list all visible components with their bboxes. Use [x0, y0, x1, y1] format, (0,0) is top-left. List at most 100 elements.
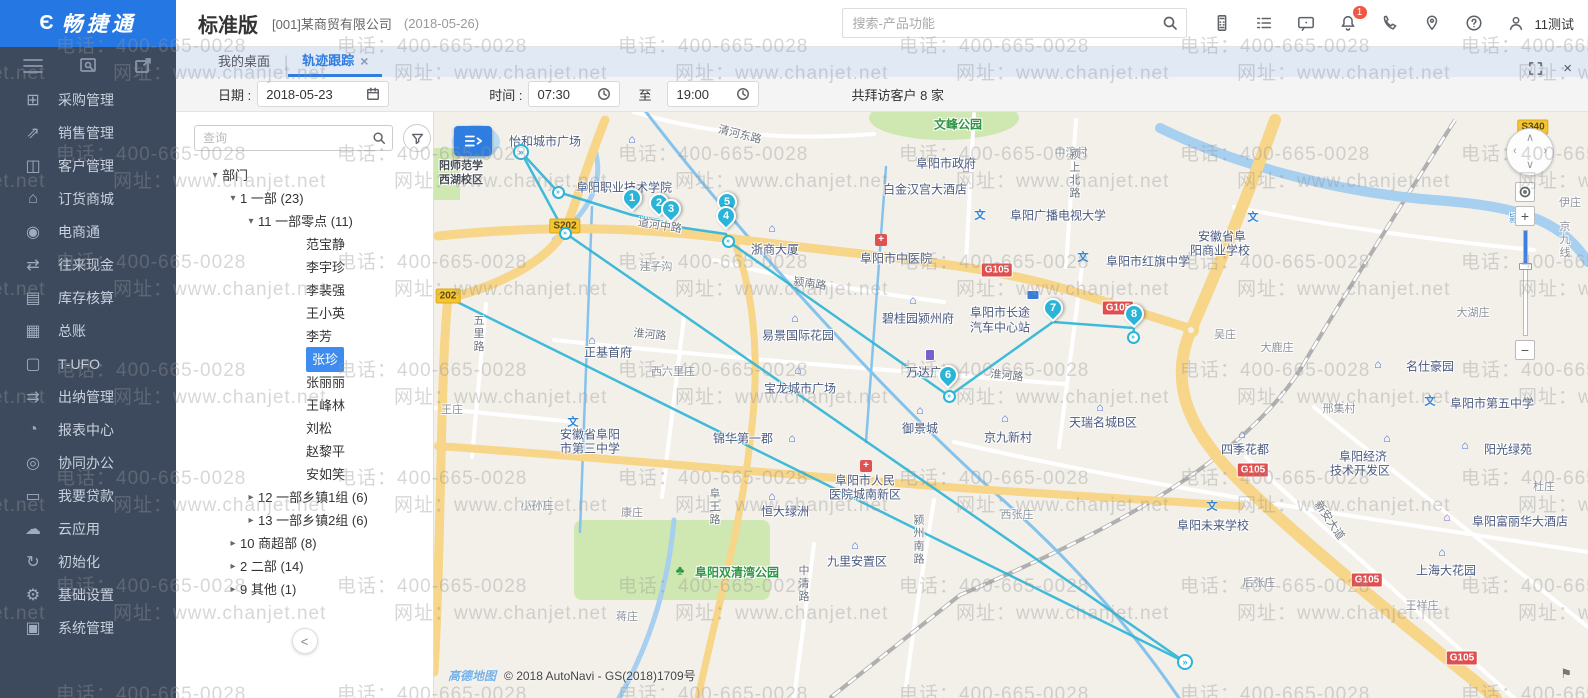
- location-icon[interactable]: [1423, 14, 1441, 32]
- fullscreen-icon[interactable]: [1528, 61, 1543, 76]
- route-endpoint-marker[interactable]: »: [513, 144, 529, 160]
- tree-node-9 其他 (1)[interactable]: ▸ 9 其他 (1): [176, 578, 433, 601]
- tab-我的桌面[interactable]: 我的桌面: [204, 47, 284, 77]
- chevron-down-icon[interactable]: ▾: [208, 164, 222, 187]
- sidebar-item-采购管理[interactable]: ⊞ 采购管理: [0, 83, 176, 116]
- tree-node-李宇珍[interactable]: 李宇珍: [176, 256, 433, 279]
- chevron-right-icon[interactable]: ▸: [244, 509, 258, 532]
- pan-down-icon[interactable]: ∨: [1526, 160, 1534, 171]
- calculator-icon[interactable]: [1213, 14, 1231, 32]
- clock-icon[interactable]: [597, 87, 611, 101]
- sidebar-item-T-UFO[interactable]: ▢ T-UFO: [0, 347, 176, 380]
- collapse-panel-button[interactable]: <: [291, 628, 318, 654]
- sidebar-item-出纳管理[interactable]: ⇉ 出纳管理: [0, 380, 176, 413]
- sidebar-item-我要贷款[interactable]: ▭ 我要贷款: [0, 479, 176, 512]
- zoom-slider-handle[interactable]: [1519, 263, 1532, 270]
- tree-node-10 商超部 (8)[interactable]: ▸ 10 商超部 (8): [176, 532, 433, 555]
- user-icon[interactable]: [1507, 14, 1525, 32]
- tree-node-安如笑[interactable]: 安如笑: [176, 463, 433, 486]
- menu-icon[interactable]: [22, 57, 44, 75]
- chevron-right-icon[interactable]: ▸: [226, 578, 240, 601]
- tree-node-2 二部 (14)[interactable]: ▸ 2 二部 (14): [176, 555, 433, 578]
- tab-close-icon[interactable]: ×: [360, 47, 368, 75]
- tree-search-input[interactable]: [195, 131, 366, 145]
- sidebar-item-库存核算[interactable]: ▤ 库存核算: [0, 281, 176, 314]
- zoom-in-button[interactable]: +: [1515, 206, 1535, 226]
- locate-button[interactable]: [1515, 182, 1535, 202]
- chevron-right-icon[interactable]: ▸: [226, 555, 240, 578]
- date-picker[interactable]: [257, 81, 390, 107]
- phone-icon[interactable]: [1381, 14, 1399, 32]
- trajectory-map[interactable]: 怡和城市广场 清河东路 阳师范学 西湖校区 阜阳职业技术学院 文峰公园 阜阳市政府 中清村 白金…: [434, 112, 1588, 698]
- date-input[interactable]: [266, 86, 359, 102]
- sidebar-item-销售管理[interactable]: ⇗ 销售管理: [0, 116, 176, 149]
- sidebar-item-往来现金[interactable]: ⇄ 往来现金: [0, 248, 176, 281]
- pan-right-icon[interactable]: ›: [1543, 146, 1547, 157]
- search-icon[interactable]: [1154, 15, 1186, 31]
- product-search[interactable]: [841, 8, 1187, 38]
- close-all-icon[interactable]: ×: [1563, 60, 1572, 77]
- tree-node-11 一部零点 (11)[interactable]: ▾ 11 一部零点 (11): [176, 210, 433, 233]
- tree-node-赵黎平[interactable]: 赵黎平: [176, 440, 433, 463]
- route-waypoint-marker[interactable]: »: [558, 226, 572, 240]
- product-search-input[interactable]: [842, 15, 1154, 31]
- route-endpoint-marker[interactable]: »: [1177, 654, 1193, 670]
- tree-node-张珍[interactable]: 张珍: [176, 347, 433, 372]
- map-scale-icon[interactable]: ⚑: [1560, 666, 1572, 682]
- sidebar-item-云应用[interactable]: ☁ 云应用: [0, 512, 176, 545]
- zoom-slider[interactable]: [1519, 230, 1532, 336]
- tree-node-张丽丽[interactable]: 张丽丽: [176, 371, 433, 394]
- company-name[interactable]: [001]某商贸有限公司: [272, 14, 392, 33]
- doc-search-icon[interactable]: [79, 57, 99, 75]
- search-icon[interactable]: [366, 131, 392, 145]
- time-to-input[interactable]: [676, 86, 729, 102]
- tab-轨迹跟踪[interactable]: 轨迹跟踪 ×: [288, 47, 383, 77]
- zoom-out-button[interactable]: −: [1515, 340, 1535, 360]
- bell-icon[interactable]: 1: [1339, 6, 1367, 32]
- tree-node-部门[interactable]: ▾ 部门: [176, 164, 433, 187]
- clock-icon[interactable]: [736, 87, 750, 101]
- chanjet-logo[interactable]: Є 畅捷通: [0, 0, 176, 47]
- chevron-right-icon[interactable]: ▸: [244, 486, 258, 509]
- sidebar-item-客户管理[interactable]: ◫ 客户管理: [0, 149, 176, 182]
- tree-node-王小英[interactable]: 王小英: [176, 302, 433, 325]
- time-from-input[interactable]: [537, 86, 590, 102]
- tree-node-李裴强[interactable]: 李裴强: [176, 279, 433, 302]
- time-to-picker[interactable]: [667, 81, 760, 107]
- message-icon[interactable]: [1297, 14, 1315, 32]
- map-pan-compass[interactable]: ∧ ∨ ‹ ›: [1506, 128, 1554, 176]
- tree-node-1 一部 (23)[interactable]: ▾ 1 一部 (23): [176, 187, 433, 210]
- sidebar-item-订货商城[interactable]: ⌂ 订货商城: [0, 182, 176, 215]
- calendar-icon[interactable]: [366, 87, 380, 101]
- tree-node-12 一部乡镇1组 (6)[interactable]: ▸ 12 一部乡镇1组 (6): [176, 486, 433, 509]
- tree-search[interactable]: [194, 125, 393, 151]
- external-window-icon[interactable]: [134, 57, 154, 75]
- chevron-down-icon[interactable]: ▾: [244, 210, 258, 233]
- tree-node-刘松[interactable]: 刘松: [176, 417, 433, 440]
- current-user[interactable]: 11测试: [1535, 14, 1575, 33]
- pan-up-icon[interactable]: ∧: [1526, 133, 1534, 144]
- route-waypoint-marker[interactable]: »: [551, 185, 565, 199]
- panel-toggle-button[interactable]: [454, 126, 492, 156]
- sidebar-item-基础设置[interactable]: ⚙ 基础设置: [0, 578, 176, 611]
- route-waypoint-marker[interactable]: »: [942, 389, 956, 403]
- route-waypoint-marker[interactable]: »: [721, 234, 735, 248]
- chevron-down-icon[interactable]: ▾: [226, 187, 240, 210]
- sidebar-item-电商通[interactable]: ◉ 电商通: [0, 215, 176, 248]
- chevron-right-icon[interactable]: ▸: [226, 532, 240, 555]
- sidebar-item-报表中心[interactable]: ◔ 报表中心: [0, 413, 176, 446]
- sidebar-item-协同办公[interactable]: ◎ 协同办公: [0, 446, 176, 479]
- time-from-picker[interactable]: [528, 81, 621, 107]
- sidebar-item-总账[interactable]: ▦ 总账: [0, 314, 176, 347]
- route-waypoint-marker[interactable]: »: [1126, 330, 1140, 344]
- tree-node-李芳[interactable]: 李芳: [176, 325, 433, 348]
- sidebar-item-初始化[interactable]: ↻ 初始化: [0, 545, 176, 578]
- tree-node-13 一部乡镇2组 (6)[interactable]: ▸ 13 一部乡镇2组 (6): [176, 509, 433, 532]
- tree-node-王峰林[interactable]: 王峰林: [176, 394, 433, 417]
- filter-funnel-button[interactable]: [403, 124, 431, 152]
- tree-node-范宝静[interactable]: 范宝静: [176, 233, 433, 256]
- tasklist-icon[interactable]: [1255, 14, 1273, 32]
- pan-left-icon[interactable]: ‹: [1513, 146, 1517, 157]
- sidebar-item-系统管理[interactable]: ▣ 系统管理: [0, 611, 176, 644]
- help-icon[interactable]: [1465, 14, 1483, 32]
